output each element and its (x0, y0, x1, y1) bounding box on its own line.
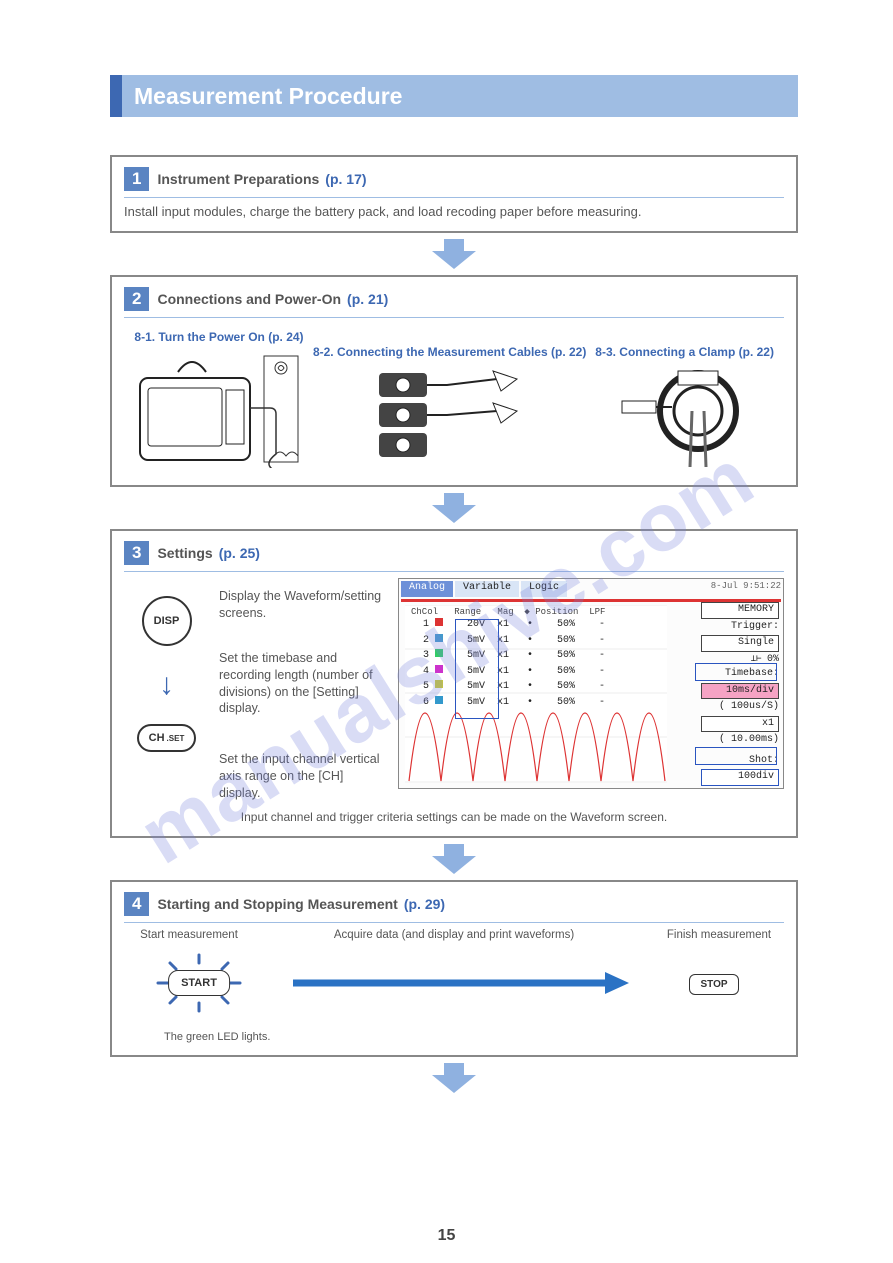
step-1-box: 1 Instrument Preparations (p. 17) Instal… (110, 155, 798, 233)
tab-logic[interactable]: Logic (521, 581, 567, 597)
tab-variable[interactable]: Variable (455, 581, 519, 597)
step-3-link[interactable]: (p. 25) (219, 545, 260, 561)
illustration-power-on: 8-1. Turn the Power On (p. 24) (134, 330, 304, 473)
timebase-sub3: ( 10.00ms) (719, 734, 779, 745)
step-3-number: 3 (124, 541, 149, 565)
step-3-title: Settings (157, 545, 212, 561)
table-row: 1 20V x1 • 50% - (411, 617, 605, 633)
timebase-sub1: ( 100us/S) (719, 701, 779, 712)
illustration-caption: 8-1. Turn the Power On (p. 24) (134, 330, 304, 344)
step-3-box: 3 Settings (p. 25) DISP ↓ CH .SET Displa… (110, 529, 798, 838)
step-1-body: Install input modules, charge the batter… (124, 204, 784, 219)
highlight-timebase (695, 663, 777, 681)
acquire-label: Acquire data (and display and print wave… (254, 929, 654, 941)
highlight-range-column (455, 619, 499, 719)
table-header: ChCol Range Mag ◆ Position LPF (411, 607, 605, 617)
stop-button[interactable]: STOP (689, 974, 738, 995)
step-2-number: 2 (124, 287, 149, 311)
ch-set-button[interactable]: CH .SET (137, 724, 197, 752)
oscilloscope-screenshot: Analog Variable Logic 8-Jul 9:51:22 (398, 578, 784, 789)
flow-arrow-icon (432, 1063, 476, 1093)
step-2-title: Connections and Power-On (157, 291, 341, 307)
section-title: Measurement Procedure (122, 75, 798, 117)
timebase-mag[interactable]: x1 (701, 716, 779, 733)
mode-box[interactable]: MEMORY (701, 602, 779, 619)
table-row: 3 5mV x1 • 50% - (411, 648, 605, 664)
step-4-box: 4 Starting and Stopping Measurement (p. … (110, 880, 798, 1057)
flow-arrow-icon (432, 844, 476, 874)
step-4-note: The green LED lights. (124, 1031, 784, 1043)
step-4-number: 4 (124, 892, 149, 916)
disp-button[interactable]: DISP (142, 596, 192, 646)
step3-text-2: Set the timebase and recording length (n… (219, 650, 388, 718)
ch-label: CH (149, 732, 165, 744)
step-1-number: 1 (124, 167, 149, 191)
step-2-box: 2 Connections and Power-On (p. 21) 8-1. … (110, 275, 798, 487)
illustration-cables: 8-2. Connecting the Measurement Cables (… (313, 345, 586, 473)
down-arrow-icon: ↓ (159, 668, 174, 702)
ch-sublabel: .SET (167, 734, 185, 743)
step-3-note: Input channel and trigger criteria setti… (124, 810, 784, 824)
tab-analog[interactable]: Analog (401, 581, 453, 597)
scope-date: 8-Jul 9:51:22 (711, 581, 781, 591)
section-title-bar: Measurement Procedure (110, 75, 798, 117)
step3-text-1: Display the Waveform/setting screens. (219, 588, 388, 622)
flow-arrow-icon (432, 239, 476, 269)
table-row: 6 5mV x1 • 50% - (411, 695, 605, 711)
step-1-link[interactable]: (p. 17) (325, 171, 366, 187)
start-label: Start measurement (124, 929, 254, 941)
illustration-caption: 8-2. Connecting the Measurement Cables (… (313, 345, 586, 359)
illustration-caption: 8-3. Connecting a Clamp (p. 22) (595, 345, 774, 359)
stop-label: Finish measurement (654, 929, 784, 941)
trigger-value[interactable]: Single (701, 635, 779, 652)
start-button[interactable]: START (168, 970, 230, 996)
table-row: 2 5mV x1 • 50% - (411, 633, 605, 649)
table-row: 5 5mV x1 • 50% - (411, 679, 605, 695)
page-number: 15 (438, 1227, 456, 1245)
long-arrow-icon (289, 968, 629, 998)
step-4-title: Starting and Stopping Measurement (157, 896, 397, 912)
table-row: 4 5mV x1 • 50% - (411, 664, 605, 680)
step3-text-3: Set the input channel vertical axis rang… (219, 751, 388, 802)
step-1-title: Instrument Preparations (157, 171, 319, 187)
step-2-link[interactable]: (p. 21) (347, 291, 388, 307)
step-4-link[interactable]: (p. 29) (404, 896, 445, 912)
timebase-value[interactable]: 10ms/div (701, 683, 779, 700)
flow-arrow-icon (432, 493, 476, 523)
highlight-shot (695, 747, 777, 765)
shot-value[interactable]: 100div (701, 769, 779, 786)
illustration-clamp: 8-3. Connecting a Clamp (p. 22) (595, 345, 774, 473)
trigger-label: Trigger: (731, 621, 779, 632)
